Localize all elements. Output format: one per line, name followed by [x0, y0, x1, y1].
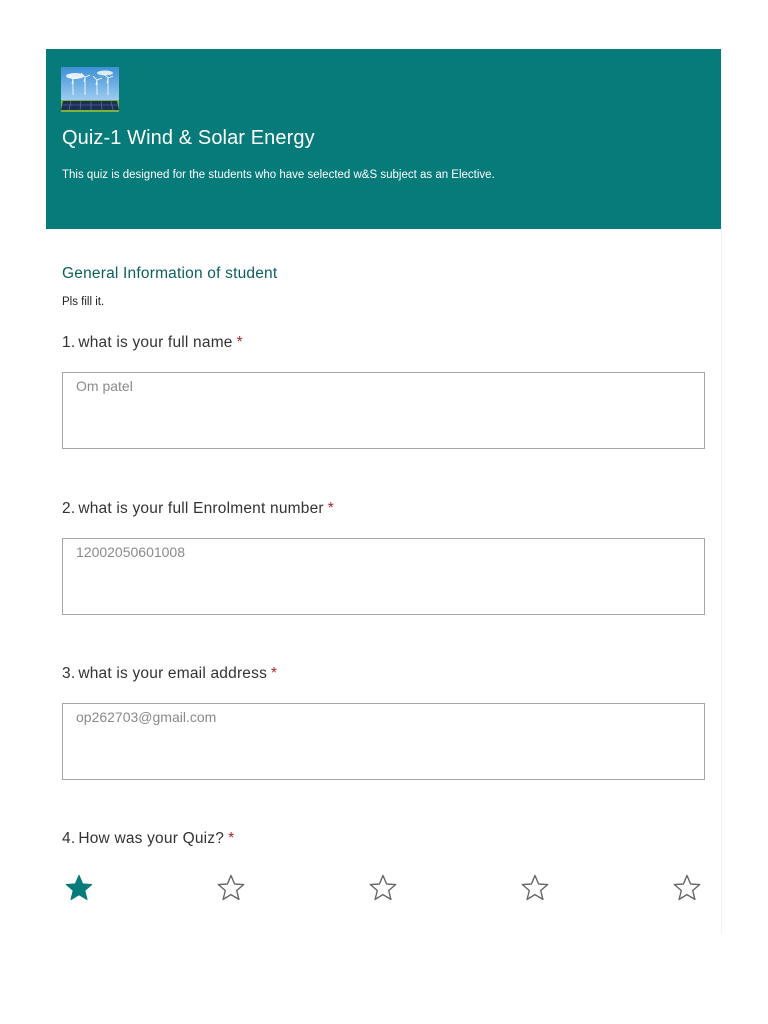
question-number: 3.	[62, 665, 76, 682]
question-4-title: 4. How was your Quiz? *	[62, 830, 234, 848]
section-description: Pls fill it.	[62, 296, 105, 308]
full-name-field[interactable]	[62, 372, 705, 449]
question-label: How was your Quiz?	[78, 830, 225, 847]
question-number: 4.	[62, 830, 76, 847]
form-header-banner: Quiz-1 Wind & Solar Energy This quiz is …	[46, 49, 721, 229]
star-icon[interactable]	[64, 873, 94, 903]
question-label: what is your full Enrolment number	[78, 500, 324, 517]
quiz-rating	[64, 873, 704, 903]
star-icon[interactable]	[520, 873, 550, 903]
required-marker: *	[271, 665, 278, 682]
section-title: General Information of student	[62, 265, 278, 282]
required-marker: *	[236, 334, 243, 351]
quiz-title: Quiz-1 Wind & Solar Energy	[62, 127, 315, 149]
star-icon[interactable]	[672, 873, 702, 903]
question-number: 1.	[62, 334, 76, 351]
question-3-title: 3. what is your email address *	[62, 665, 277, 683]
required-marker: *	[228, 830, 235, 847]
email-address-field[interactable]	[62, 703, 705, 780]
question-1-title: 1. what is your full name *	[62, 334, 243, 352]
quiz-description: This quiz is designed for the students w…	[62, 169, 495, 181]
star-icon[interactable]	[368, 873, 398, 903]
question-label: what is your email address	[78, 665, 268, 682]
enrolment-number-field[interactable]	[62, 538, 705, 615]
star-icon[interactable]	[216, 873, 246, 903]
question-label: what is your full name	[78, 334, 233, 351]
question-2-title: 2. what is your full Enrolment number *	[62, 500, 334, 518]
form-card: Quiz-1 Wind & Solar Energy This quiz is …	[46, 49, 722, 934]
required-marker: *	[327, 500, 334, 517]
header-image-solar-wind	[61, 67, 119, 112]
question-number: 2.	[62, 500, 76, 517]
